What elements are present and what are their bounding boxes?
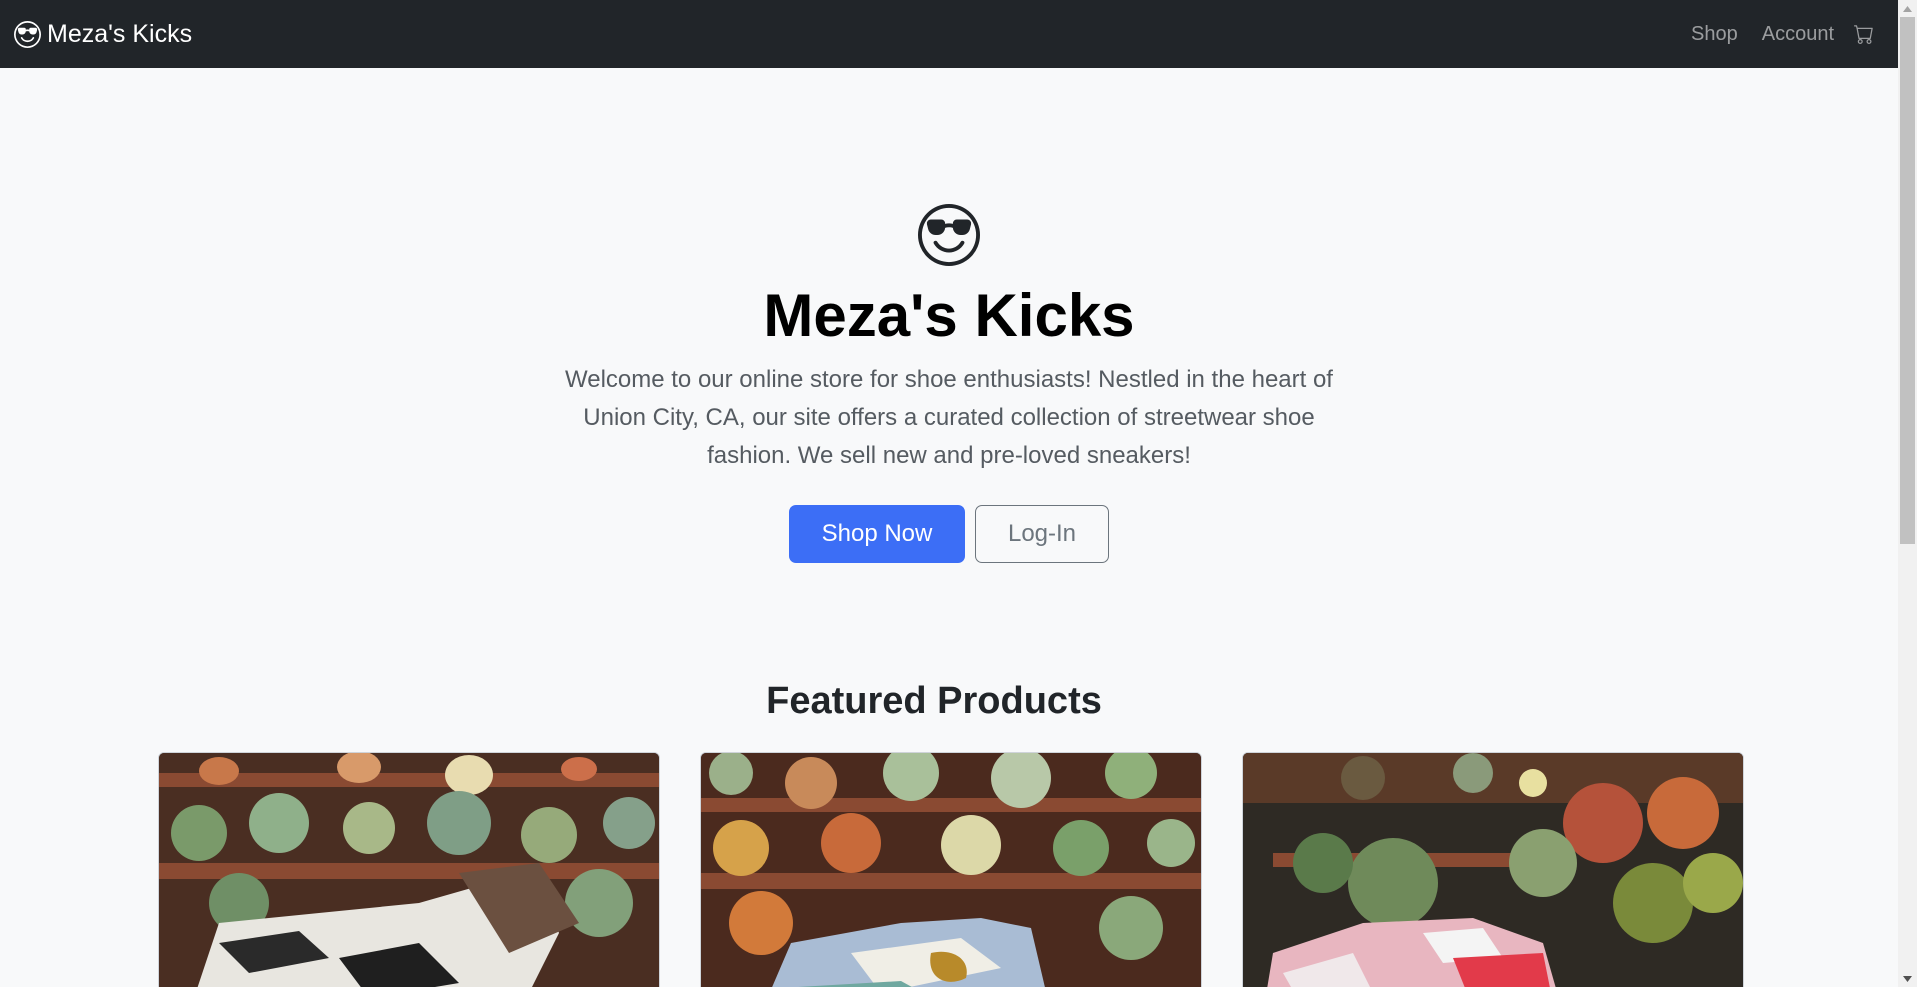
hero-section: Meza's Kicks Welcome to our online store… [0,68,1898,563]
hero-title: Meza's Kicks [763,282,1135,349]
brand-link[interactable]: Meza's Kicks [14,20,192,49]
sunglasses-smiley-icon [918,204,980,266]
page-scrollbar[interactable] [1898,0,1917,987]
hero-buttons: Shop Now Log-In [0,505,1898,563]
hero-lead-text: Welcome to our online store for shoe ent… [565,366,1333,469]
scroll-thumb[interactable] [1900,17,1915,544]
scroll-up-arrow-icon[interactable] [1898,0,1917,17]
cart-icon[interactable] [1854,24,1874,44]
page: Meza's Kicks Shop Account Meza's Kicks W… [0,0,1898,987]
nav-links: Shop Account [1667,23,1884,46]
sunglasses-smiley-icon [14,20,41,48]
scroll-down-arrow-icon[interactable] [1898,970,1917,987]
product-card[interactable] [158,752,660,987]
featured-products-title: Featured Products [766,680,1102,722]
log-in-button[interactable]: Log-In [975,505,1109,563]
shop-now-button[interactable]: Shop Now [789,505,965,563]
navbar: Meza's Kicks Shop Account [0,0,1898,68]
sneaker-photo-3 [1243,753,1743,987]
brand-label: Meza's Kicks [47,19,193,48]
nav-link-account[interactable]: Account [1762,23,1834,46]
product-card[interactable] [1242,752,1744,987]
sneaker-photo-2 [701,753,1201,987]
featured-products-grid [158,752,1744,987]
sneaker-photo-1 [159,753,659,987]
nav-link-shop[interactable]: Shop [1691,23,1738,46]
product-card[interactable] [700,752,1202,987]
